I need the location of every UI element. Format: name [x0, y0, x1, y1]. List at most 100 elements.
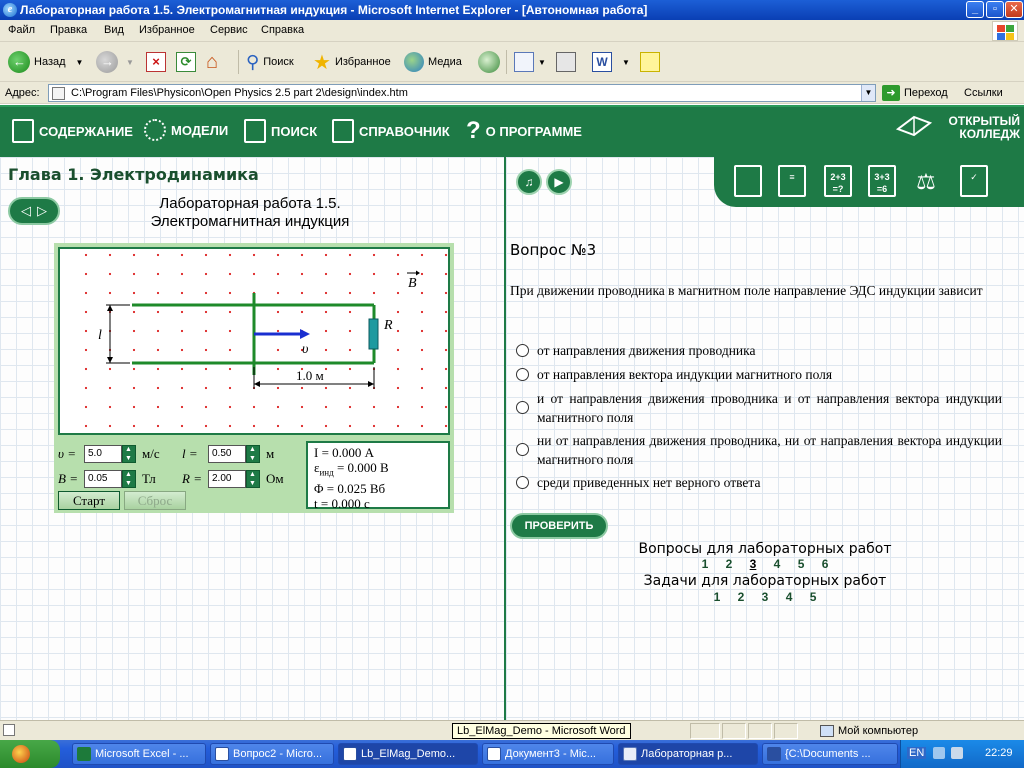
question-link[interactable]: 4: [774, 557, 781, 571]
mail-dropdown-icon[interactable]: ▼: [538, 58, 546, 67]
nav-search[interactable]: ПОИСК: [244, 119, 317, 143]
nav-about[interactable]: ? О ПРОГРАММЕ: [466, 119, 582, 143]
go-button[interactable]: ➜ Переход: [882, 84, 948, 102]
field-dot: [228, 367, 232, 371]
taskbar-excel[interactable]: Microsoft Excel - ...: [72, 743, 206, 765]
network-icon[interactable]: [933, 747, 945, 759]
stop-button[interactable]: ×: [146, 48, 166, 76]
answer-option[interactable]: среди приведенных нет верного ответа: [516, 473, 1002, 492]
question-link[interactable]: 1: [702, 557, 709, 571]
velocity-input[interactable]: 5.0: [84, 445, 122, 463]
sound-toggle-button[interactable]: ▶: [546, 169, 572, 195]
answer-option[interactable]: от направления вектора индукции магнитно…: [516, 365, 1002, 384]
page-status-icon: [3, 724, 15, 736]
volume-icon[interactable]: [951, 747, 963, 759]
question-link[interactable]: 5: [798, 557, 805, 571]
links-button[interactable]: Ссылки: [964, 87, 1003, 99]
answer-option[interactable]: ни от направления движения проводника, н…: [516, 431, 1002, 469]
velocity-spinner[interactable]: [122, 445, 136, 463]
field-input[interactable]: 0.05: [84, 470, 122, 488]
search-button[interactable]: ⚲ Поиск: [246, 48, 294, 76]
menu-view[interactable]: Вид: [104, 24, 124, 36]
simulation-controls: υ = 5.0 м/с l = 0.50 м B = 0.05 Тл R = 2…: [54, 439, 302, 513]
menu-edit[interactable]: Правка: [50, 24, 87, 36]
next-page-icon[interactable]: ▷: [37, 203, 47, 219]
reset-button[interactable]: Сброс: [124, 491, 186, 510]
edit-button[interactable]: W ▼: [592, 48, 630, 76]
field-dot: [132, 367, 136, 371]
question-link-current[interactable]: 3: [750, 557, 757, 571]
go-label: Переход: [904, 87, 948, 99]
task-label: Документ3 - Mic...: [505, 748, 596, 760]
length-input[interactable]: 0.50: [208, 445, 246, 463]
edit-dropdown-icon[interactable]: ▼: [622, 58, 630, 67]
menu-file[interactable]: Файл: [8, 24, 35, 36]
answer-radio[interactable]: [516, 344, 529, 357]
prev-page-icon[interactable]: ◁: [21, 203, 31, 219]
start-button[interactable]: Старт: [58, 491, 120, 510]
discuss-button[interactable]: [640, 48, 660, 76]
menu-favorites[interactable]: Избранное: [139, 24, 195, 36]
minimize-button[interactable]: _: [966, 1, 984, 18]
task-link[interactable]: 4: [786, 590, 793, 604]
taskbar-documents[interactable]: {C:\Documents ...: [762, 743, 898, 765]
calculations-icon[interactable]: 3+3 =6: [868, 165, 896, 197]
music-toggle-button[interactable]: ♫: [516, 169, 542, 195]
resistance-spinner[interactable]: [246, 470, 260, 488]
check-answer-button[interactable]: ПРОВЕРИТЬ: [510, 513, 608, 539]
field-spinner[interactable]: [122, 470, 136, 488]
mail-button[interactable]: ▼: [514, 48, 546, 76]
media-button[interactable]: Медиа: [404, 48, 462, 76]
nav-contents[interactable]: СОДЕРЖАНИЕ: [12, 119, 133, 143]
field-dot: [84, 386, 88, 390]
back-button[interactable]: ← Назад ▼: [8, 48, 83, 76]
menu-help[interactable]: Справка: [261, 24, 304, 36]
field-dot: [372, 405, 376, 409]
field-dot: [396, 386, 400, 390]
back-dropdown-icon[interactable]: ▼: [76, 58, 84, 67]
forward-button[interactable]: → ▼: [96, 48, 134, 76]
star-icon: ★: [313, 51, 331, 74]
favorites-button[interactable]: ★ Избранное: [313, 48, 391, 76]
language-indicator[interactable]: EN: [907, 747, 927, 759]
question-link[interactable]: 2: [726, 557, 733, 571]
menu-tools[interactable]: Сервис: [210, 24, 248, 36]
home-button[interactable]: ⌂: [206, 48, 226, 76]
task-link[interactable]: 3: [762, 590, 769, 604]
nav-reference[interactable]: СПРАВОЧНИК: [332, 119, 450, 143]
maximize-button[interactable]: ▫: [986, 1, 1004, 18]
scales-icon[interactable]: ⚖: [912, 165, 940, 197]
field-dot: [276, 405, 280, 409]
answer-radio[interactable]: [516, 368, 529, 381]
taskbar-word-doc3[interactable]: Документ3 - Mic...: [482, 743, 614, 765]
answer-radio[interactable]: [516, 476, 529, 489]
refresh-button[interactable]: ⟳: [176, 48, 196, 76]
length-spinner[interactable]: [246, 445, 260, 463]
print-button[interactable]: [556, 48, 576, 76]
notes-icon[interactable]: ≡: [778, 165, 806, 197]
answer-radio[interactable]: [516, 443, 529, 456]
start-button[interactable]: [0, 740, 60, 768]
task-label: {C:\Documents ...: [785, 748, 871, 760]
answer-radio[interactable]: [516, 401, 529, 414]
question-link[interactable]: 6: [822, 557, 829, 571]
taskbar-word-question[interactable]: Вопрос2 - Micro...: [210, 743, 334, 765]
nav-models[interactable]: МОДЕЛИ: [144, 119, 228, 141]
resistance-input[interactable]: 2.00: [208, 470, 246, 488]
history-button[interactable]: [478, 48, 500, 76]
forward-dropdown-icon[interactable]: ▼: [126, 58, 134, 67]
taskbar-ie-lab[interactable]: Лабораторная р...: [618, 743, 758, 765]
task-link[interactable]: 5: [810, 590, 817, 604]
textbook-icon[interactable]: [734, 165, 762, 197]
answer-option[interactable]: от направления движения проводника: [516, 341, 1002, 360]
address-input[interactable]: C:\Program Files\Physicon\Open Physics 2…: [48, 84, 876, 102]
close-button[interactable]: ✕: [1005, 1, 1023, 18]
field-dot: [300, 291, 304, 295]
taskbar-word-lab[interactable]: Lb_ElMag_Demo...: [338, 743, 478, 765]
checklist-icon[interactable]: ✓: [960, 165, 988, 197]
answer-option[interactable]: и от направления движения проводника и о…: [516, 389, 1002, 427]
address-dropdown-icon[interactable]: ▼: [861, 85, 875, 101]
task-link[interactable]: 2: [738, 590, 745, 604]
task-link[interactable]: 1: [714, 590, 721, 604]
problems-icon[interactable]: 2+3 =?: [824, 165, 852, 197]
